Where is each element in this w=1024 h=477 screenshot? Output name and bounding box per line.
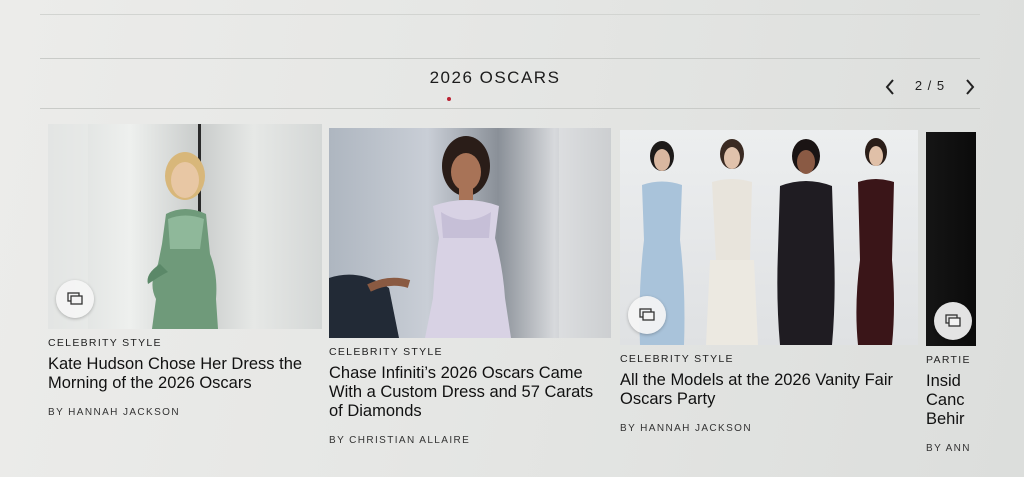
chase-infiniti-photo-illustration bbox=[329, 128, 611, 338]
article-headline[interactable]: Kate Hudson Chose Her Dress the Morning … bbox=[48, 355, 318, 393]
headline-line: Behir bbox=[926, 410, 965, 428]
article-photo[interactable] bbox=[926, 132, 976, 346]
carousel-pager: 2 / 5 bbox=[880, 74, 980, 100]
article-byline[interactable]: BY HANNAH JACKSON bbox=[620, 423, 918, 434]
top-divider bbox=[40, 14, 980, 15]
previous-button[interactable] bbox=[880, 74, 900, 100]
gallery-icon bbox=[945, 314, 961, 327]
article-card-chase-infiniti[interactable]: CELEBRITY STYLE Chase Infiniti’s 2026 Os… bbox=[329, 128, 611, 446]
article-byline[interactable]: BY ANN bbox=[926, 443, 976, 454]
article-headline[interactable]: All the Models at the 2026 Vanity Fair O… bbox=[620, 371, 916, 409]
page-counter: 2 / 5 bbox=[914, 78, 946, 93]
header-divider-bottom bbox=[40, 108, 980, 109]
gallery-button[interactable] bbox=[934, 302, 972, 340]
gallery-button[interactable] bbox=[56, 280, 94, 318]
headline-line: Insid bbox=[926, 372, 961, 390]
article-card-vanity-fair-models[interactable]: CELEBRITY STYLE All the Models at the 20… bbox=[620, 130, 918, 434]
article-photo[interactable] bbox=[329, 128, 611, 338]
chevron-right-icon bbox=[966, 79, 975, 95]
article-category: CELEBRITY STYLE bbox=[329, 346, 443, 358]
gallery-icon bbox=[639, 308, 655, 321]
article-category: CELEBRITY STYLE bbox=[620, 353, 734, 365]
next-button[interactable] bbox=[960, 74, 980, 100]
article-card-partial[interactable]: PARTIE Insid Canc Behir BY ANN bbox=[926, 132, 976, 472]
article-photo[interactable] bbox=[620, 130, 918, 345]
gallery-button[interactable] bbox=[628, 296, 666, 334]
article-category: CELEBRITY STYLE bbox=[48, 337, 162, 349]
title-accent-dot bbox=[447, 97, 451, 101]
article-category: PARTIE bbox=[926, 354, 971, 366]
gallery-icon bbox=[67, 292, 83, 305]
carousel-title: 2026 OSCARS bbox=[429, 68, 561, 87]
article-byline[interactable]: BY CHRISTIAN ALLAIRE bbox=[329, 435, 611, 446]
headline-line: Canc bbox=[926, 391, 965, 409]
article-byline[interactable]: BY HANNAH JACKSON bbox=[48, 407, 324, 418]
article-headline[interactable]: Chase Infiniti’s 2026 Oscars Came With a… bbox=[329, 364, 609, 421]
header-divider-top bbox=[40, 58, 980, 59]
article-headline[interactable]: Insid Canc Behir bbox=[926, 372, 976, 429]
article-card-kate-hudson[interactable]: CELEBRITY STYLE Kate Hudson Chose Her Dr… bbox=[48, 124, 324, 418]
chevron-left-icon bbox=[885, 79, 894, 95]
article-photo[interactable] bbox=[48, 124, 322, 329]
